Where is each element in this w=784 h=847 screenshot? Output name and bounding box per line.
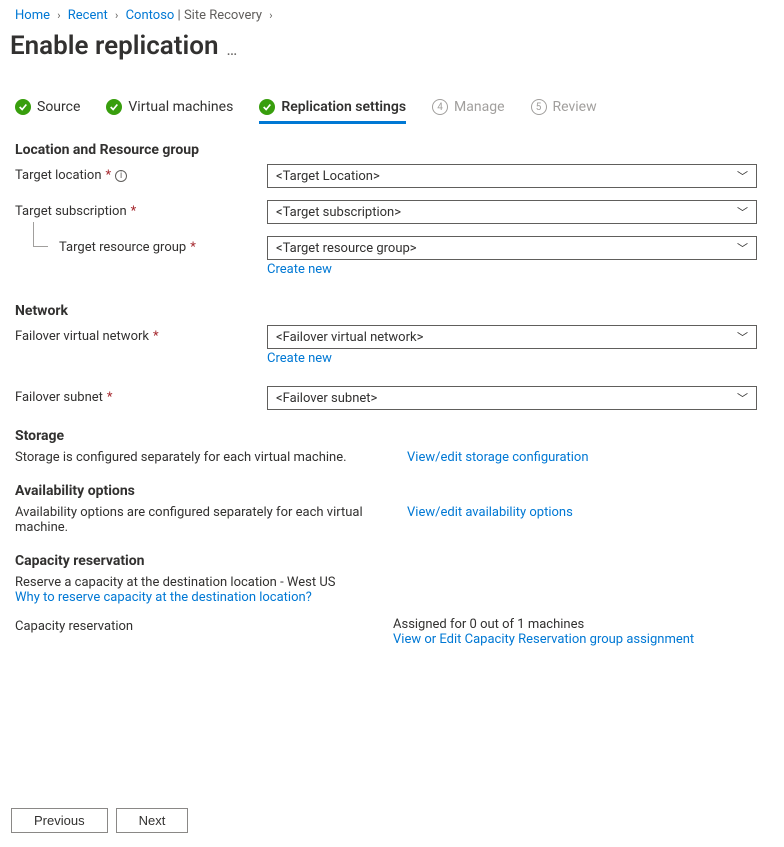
select-value: <Failover subnet> xyxy=(276,391,377,406)
previous-button[interactable]: Previous xyxy=(11,808,108,833)
label-failover-subnet: Failover subnet* xyxy=(15,386,267,405)
create-new-vnet-link[interactable]: Create new xyxy=(267,351,332,366)
section-storage: Storage xyxy=(15,428,769,444)
chevron-down-icon: ﹀ xyxy=(737,204,748,220)
step-number-icon: 5 xyxy=(531,99,547,115)
page-header: Enable replication … xyxy=(0,27,784,69)
section-network: Network xyxy=(15,303,769,319)
step-tabs: Source Virtual machines Replication sett… xyxy=(0,69,784,124)
breadcrumb-recent[interactable]: Recent xyxy=(68,8,108,23)
check-icon xyxy=(15,99,31,115)
breadcrumb-resource[interactable]: Contoso xyxy=(126,8,175,23)
select-target-location[interactable]: <Target Location> ﹀ xyxy=(267,164,757,188)
tab-replication-settings[interactable]: Replication settings xyxy=(259,99,406,124)
availability-description: Availability options are configured sepa… xyxy=(15,505,375,535)
label-target-location: Target location* i xyxy=(15,164,267,183)
select-value: <Failover virtual network> xyxy=(276,330,423,345)
select-value: <Target resource group> xyxy=(276,241,417,256)
page-title: Enable replication xyxy=(10,31,218,61)
breadcrumb-sub: | Site Recovery xyxy=(178,8,262,23)
tab-label: Manage xyxy=(454,99,504,115)
breadcrumb: Home › Recent › Contoso | Site Recovery … xyxy=(0,0,784,27)
capacity-assigned-text: Assigned for 0 out of 1 machines xyxy=(393,617,694,632)
next-button[interactable]: Next xyxy=(116,808,189,833)
tab-label: Virtual machines xyxy=(128,99,233,115)
storage-edit-link[interactable]: View/edit storage configuration xyxy=(407,450,589,465)
availability-edit-link[interactable]: View/edit availability options xyxy=(407,505,573,520)
storage-description: Storage is configured separately for eac… xyxy=(15,450,375,465)
section-availability: Availability options xyxy=(15,483,769,499)
label-capacity-reservation: Capacity reservation xyxy=(15,617,393,634)
create-new-rg-link[interactable]: Create new xyxy=(267,262,332,277)
chevron-right-icon: › xyxy=(57,9,60,22)
chevron-right-icon: › xyxy=(115,9,118,22)
select-value: <Target subscription> xyxy=(276,205,401,220)
select-target-resource-group[interactable]: <Target resource group> ﹀ xyxy=(267,236,757,260)
chevron-down-icon: ﹀ xyxy=(737,240,748,256)
check-icon xyxy=(259,99,275,115)
capacity-edit-link[interactable]: View or Edit Capacity Reservation group … xyxy=(393,632,694,647)
section-location: Location and Resource group xyxy=(15,142,769,158)
tab-review: 5 Review xyxy=(531,99,597,124)
chevron-down-icon: ﹀ xyxy=(737,390,748,406)
tab-virtual-machines[interactable]: Virtual machines xyxy=(106,99,233,124)
label-failover-vnet: Failover virtual network* xyxy=(15,325,267,344)
capacity-why-link[interactable]: Why to reserve capacity at the destinati… xyxy=(15,590,312,605)
chevron-right-icon: › xyxy=(269,9,272,22)
chevron-down-icon: ﹀ xyxy=(737,168,748,184)
tab-label: Source xyxy=(37,99,80,115)
step-number-icon: 4 xyxy=(432,99,448,115)
tab-manage: 4 Manage xyxy=(432,99,504,124)
tab-label: Replication settings xyxy=(281,99,406,115)
select-value: <Target Location> xyxy=(276,169,380,184)
label-target-resource-group: Target resource group* xyxy=(15,236,267,255)
select-target-subscription[interactable]: <Target subscription> ﹀ xyxy=(267,200,757,224)
info-icon[interactable]: i xyxy=(115,170,127,182)
section-capacity: Capacity reservation xyxy=(15,553,769,569)
select-failover-subnet[interactable]: <Failover subnet> ﹀ xyxy=(267,386,757,410)
tab-source[interactable]: Source xyxy=(15,99,80,124)
more-actions-button[interactable]: … xyxy=(226,34,237,59)
chevron-down-icon: ﹀ xyxy=(737,329,748,345)
label-target-subscription: Target subscription* xyxy=(15,200,267,219)
capacity-description: Reserve a capacity at the destination lo… xyxy=(15,575,769,590)
form-content: Location and Resource group Target locat… xyxy=(0,124,784,647)
breadcrumb-home[interactable]: Home xyxy=(15,8,50,23)
check-icon xyxy=(106,99,122,115)
tab-label: Review xyxy=(553,99,597,115)
footer-buttons: Previous Next xyxy=(11,808,188,833)
select-failover-vnet[interactable]: <Failover virtual network> ﹀ xyxy=(267,325,757,349)
